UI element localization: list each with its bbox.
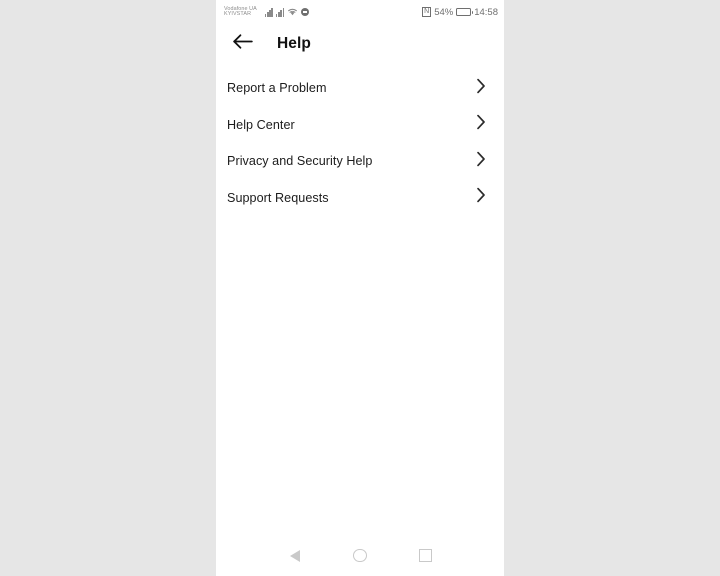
chevron-right-icon bbox=[476, 187, 486, 208]
battery-icon bbox=[456, 7, 474, 17]
chevron-right-icon bbox=[476, 78, 486, 99]
nfc-icon bbox=[422, 7, 432, 17]
wifi-icon bbox=[287, 3, 298, 21]
signal-bars-icon-sim1 bbox=[264, 8, 273, 17]
back-button[interactable] bbox=[227, 29, 257, 59]
arrow-left-icon bbox=[232, 33, 253, 55]
help-menu-list: Report a Problem Help Center Privacy and… bbox=[216, 64, 504, 216]
menu-item-label: Support Requests bbox=[227, 190, 329, 205]
menu-item-support-requests[interactable]: Support Requests bbox=[216, 179, 504, 216]
back-triangle-icon bbox=[289, 549, 300, 562]
page-title: Help bbox=[277, 35, 311, 52]
carrier-line-2: KYIVSTAR bbox=[224, 11, 252, 17]
menu-item-privacy-and-security-help[interactable]: Privacy and Security Help bbox=[216, 143, 504, 180]
menu-item-report-a-problem[interactable]: Report a Problem bbox=[216, 70, 504, 107]
status-right-icons: 54% 14:58 bbox=[422, 7, 498, 18]
nav-back-button[interactable] bbox=[278, 539, 312, 573]
status-clock: 14:58 bbox=[474, 6, 498, 18]
app-bar: Help bbox=[216, 24, 504, 64]
menu-item-label: Report a Problem bbox=[227, 81, 327, 96]
nav-recents-button[interactable] bbox=[408, 539, 442, 573]
battery-percent-label: 54% bbox=[434, 6, 454, 18]
menu-item-label: Help Center bbox=[227, 117, 295, 132]
do-not-disturb-icon bbox=[301, 8, 309, 16]
menu-item-help-center[interactable]: Help Center bbox=[216, 106, 504, 143]
home-circle-icon bbox=[353, 548, 367, 563]
menu-item-label: Privacy and Security Help bbox=[227, 154, 373, 169]
phone-screen: Vodafone UA KYIVSTAR N 54% 14:58 Help Re… bbox=[216, 0, 504, 576]
nav-home-button[interactable] bbox=[343, 539, 377, 573]
status-left-icons bbox=[264, 3, 309, 21]
status-bar: Vodafone UA KYIVSTAR N 54% 14:58 bbox=[216, 0, 504, 24]
carrier-label: Vodafone UA KYIVSTAR bbox=[224, 6, 257, 18]
system-navigation-bar bbox=[216, 535, 504, 576]
recents-square-icon bbox=[419, 549, 432, 562]
chevron-right-icon bbox=[476, 114, 486, 135]
content-empty-area bbox=[216, 216, 504, 535]
signal-bars-icon-sim2 bbox=[275, 8, 284, 17]
chevron-right-icon bbox=[476, 151, 486, 172]
screenshot-root: Vodafone UA KYIVSTAR N 54% 14:58 Help Re… bbox=[0, 0, 720, 576]
